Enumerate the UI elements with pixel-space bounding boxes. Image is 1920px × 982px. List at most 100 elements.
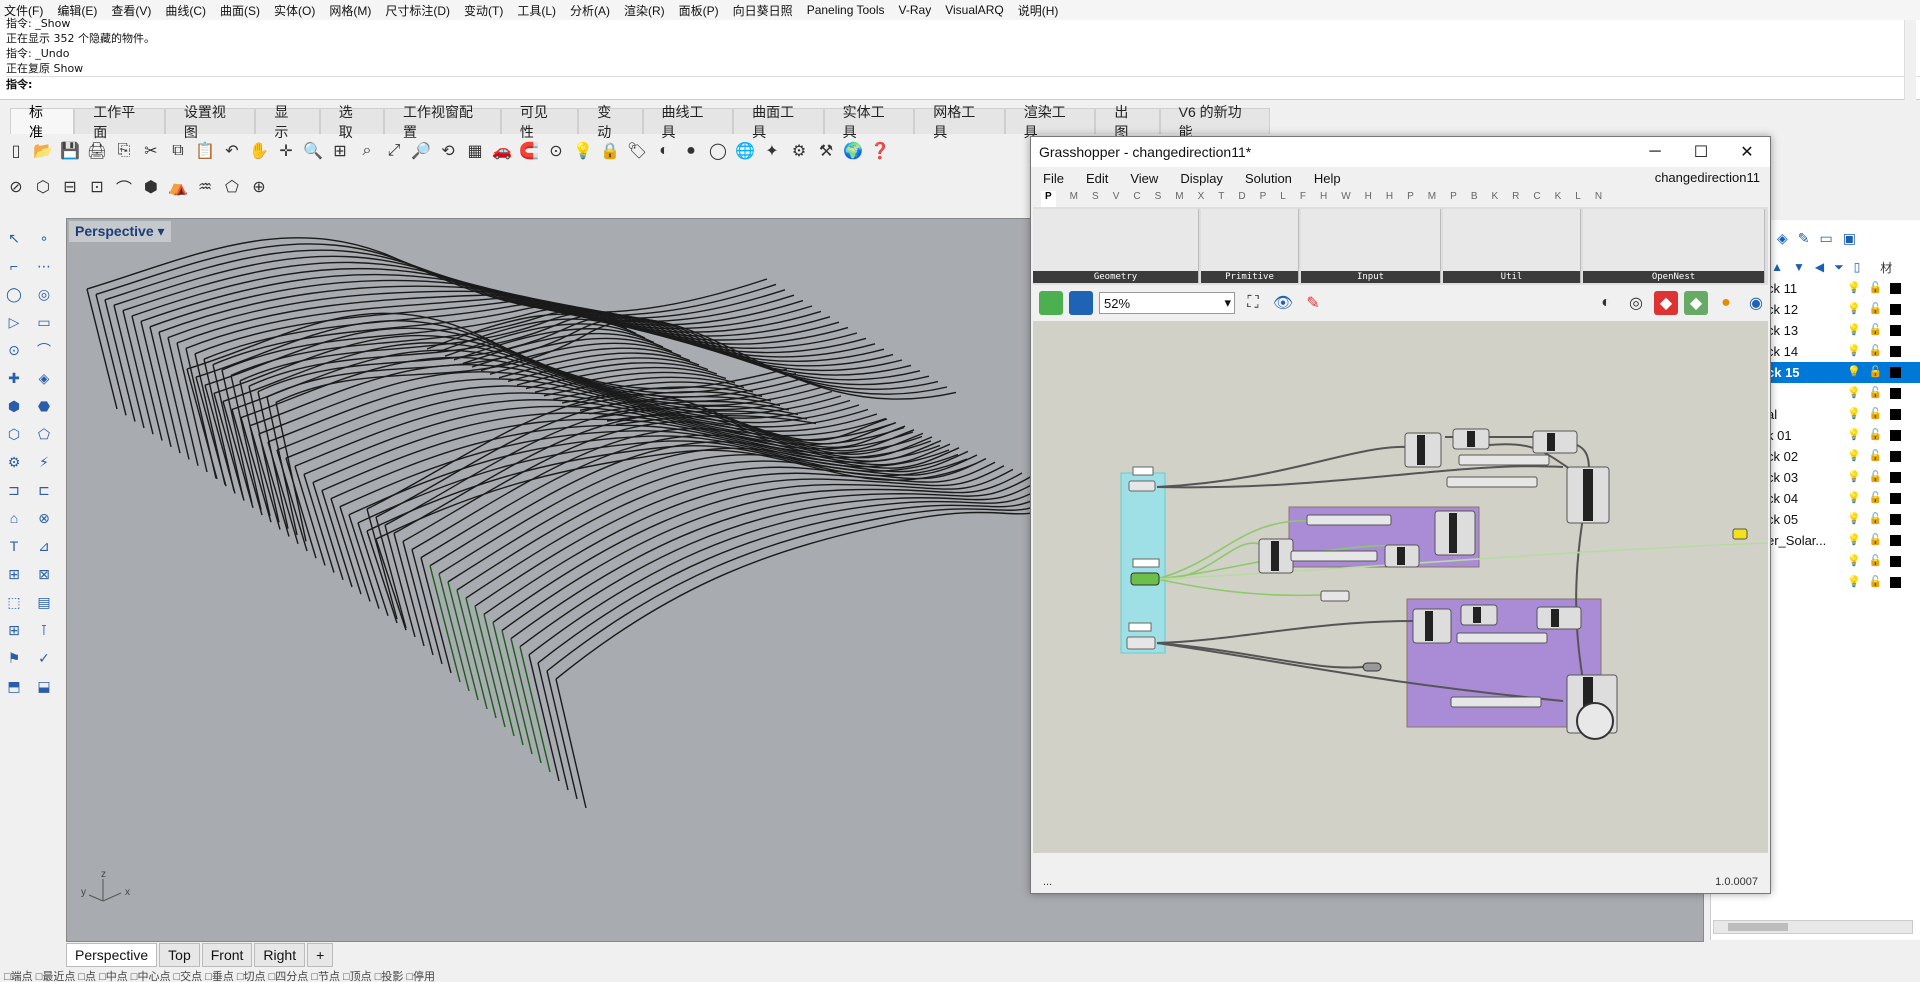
toolbar-tab[interactable]: 曲线工具 bbox=[642, 104, 734, 140]
lock-icon[interactable]: 🔓 bbox=[1869, 407, 1883, 420]
lightbulb-icon[interactable]: 💡 bbox=[1847, 470, 1861, 483]
gh-menu-display[interactable]: Display bbox=[1180, 171, 1223, 186]
gh-tab[interactable]: B bbox=[1471, 191, 1478, 207]
tool-icon[interactable]: ⬚ bbox=[2, 590, 26, 614]
lock-icon[interactable]: 🔓 bbox=[1869, 365, 1883, 378]
material-icon[interactable]: ● bbox=[1714, 291, 1738, 315]
lightbulb-icon[interactable]: 💡 bbox=[1847, 449, 1861, 462]
tool-icon[interactable]: ⊟ bbox=[58, 175, 82, 199]
tool-icon[interactable]: ⛺ bbox=[166, 175, 190, 199]
tab-right[interactable]: Right bbox=[254, 943, 306, 967]
gh-tab[interactable]: V bbox=[1113, 191, 1120, 207]
gh-tab[interactable]: N bbox=[1595, 191, 1602, 207]
tool-icon[interactable]: 🚗 bbox=[490, 139, 514, 163]
gh-menu-help[interactable]: Help bbox=[1314, 171, 1341, 186]
lightbulb-icon[interactable]: 💡 bbox=[1847, 365, 1861, 378]
tool-icon[interactable]: ⚙ bbox=[787, 139, 811, 163]
gh-tab[interactable]: H bbox=[1365, 191, 1372, 207]
layer-color-swatch[interactable] bbox=[1890, 451, 1902, 462]
tool-icon[interactable]: ⬡ bbox=[31, 175, 55, 199]
lock-icon[interactable]: 🔓 bbox=[1869, 491, 1883, 504]
gh-tab[interactable]: P bbox=[1407, 191, 1414, 207]
tool-icon[interactable]: ⊕ bbox=[247, 175, 271, 199]
tool-icon[interactable]: ✦ bbox=[760, 139, 784, 163]
move-down-icon[interactable]: ▼ bbox=[1793, 260, 1805, 274]
tab-perspective[interactable]: Perspective bbox=[66, 943, 158, 967]
gh-tab[interactable]: M bbox=[1428, 191, 1436, 207]
gh-tab[interactable]: P bbox=[1450, 191, 1457, 207]
gh-tab[interactable]: K bbox=[1555, 191, 1562, 207]
page-icon[interactable]: ▯ bbox=[1854, 260, 1861, 274]
toolbar-tab[interactable]: 渲染工具 bbox=[1004, 104, 1096, 140]
layer-color-swatch[interactable] bbox=[1890, 514, 1902, 525]
lightbulb-icon[interactable]: 💡 bbox=[1847, 302, 1861, 315]
layer-color-swatch[interactable] bbox=[1890, 556, 1902, 567]
tool-icon[interactable]: ▦ bbox=[463, 139, 487, 163]
tool-icon[interactable]: ⚑ bbox=[2, 646, 26, 670]
tool-icon[interactable]: ▯ bbox=[4, 139, 28, 163]
tool-icon[interactable]: ⊺ bbox=[32, 618, 56, 642]
gh-menu-view[interactable]: View bbox=[1130, 171, 1158, 186]
tool-icon[interactable]: 💡 bbox=[571, 139, 595, 163]
gh-tab[interactable]: F bbox=[1300, 191, 1306, 207]
gh-tab[interactable]: K bbox=[1491, 191, 1498, 207]
tool-icon[interactable]: ⌒ bbox=[112, 175, 136, 199]
gh-tab[interactable]: X bbox=[1198, 191, 1205, 207]
gh-tab[interactable]: H bbox=[1386, 191, 1393, 207]
menu-item[interactable]: V-Ray bbox=[899, 3, 932, 17]
tool-icon[interactable]: ✓ bbox=[32, 646, 56, 670]
tool-icon[interactable]: ↖ bbox=[2, 226, 26, 250]
tool-icon[interactable]: ⌕ bbox=[355, 139, 379, 163]
tool-icon[interactable]: ◯ bbox=[706, 139, 730, 163]
tool-icon[interactable]: ⊙ bbox=[544, 139, 568, 163]
display-icon[interactable]: ▣ bbox=[1843, 230, 1856, 247]
tool-icon[interactable]: ⊗ bbox=[32, 506, 56, 530]
lock-icon[interactable]: 🔓 bbox=[1869, 428, 1883, 441]
tool-icon[interactable]: ⊐ bbox=[2, 478, 26, 502]
lock-icon[interactable]: 🔓 bbox=[1869, 281, 1883, 294]
tool-icon[interactable]: 🌍 bbox=[841, 139, 865, 163]
shaded-preview-icon[interactable]: ◆ bbox=[1654, 291, 1678, 315]
tool-icon[interactable]: ⊘ bbox=[4, 175, 28, 199]
lightbulb-icon[interactable]: 💡 bbox=[1847, 386, 1861, 399]
tool-icon[interactable]: ✛ bbox=[274, 139, 298, 163]
toolbar-tab[interactable]: 网格工具 bbox=[914, 104, 1005, 140]
tool-icon[interactable]: ⊏ bbox=[32, 478, 56, 502]
osnap-bar[interactable]: □端点 □最近点 □点 □中点 □中心点 □交点 □垂点 □切点 □四分点 □节… bbox=[0, 968, 1920, 982]
layer-color-swatch[interactable] bbox=[1890, 493, 1902, 504]
tool-icon[interactable]: ⬓ bbox=[32, 674, 56, 698]
tool-icon[interactable]: 📋 bbox=[193, 139, 217, 163]
lock-icon[interactable]: 🔓 bbox=[1869, 449, 1883, 462]
tool-icon[interactable]: 🧲 bbox=[517, 139, 541, 163]
tool-icon[interactable]: 🔍 bbox=[301, 139, 325, 163]
tool-icon[interactable]: 💾 bbox=[58, 139, 82, 163]
toolbar-tab[interactable]: 显示 bbox=[255, 104, 320, 140]
tool-icon[interactable]: ⊠ bbox=[32, 562, 56, 586]
filter-icon[interactable]: ⏷ bbox=[1834, 260, 1844, 275]
toolbar-tab[interactable]: 实体工具 bbox=[823, 104, 915, 140]
tool-icon[interactable]: ◎ bbox=[32, 282, 56, 306]
lightbulb-icon[interactable]: 💡 bbox=[1847, 491, 1861, 504]
lock-icon[interactable]: 🔓 bbox=[1869, 575, 1883, 588]
layer-color-swatch[interactable] bbox=[1890, 346, 1902, 357]
lightbulb-icon[interactable]: 💡 bbox=[1847, 323, 1861, 336]
move-up-icon[interactable]: ▲ bbox=[1771, 260, 1783, 274]
tab-front[interactable]: Front bbox=[201, 943, 253, 967]
lock-icon[interactable]: 🔓 bbox=[1869, 344, 1883, 357]
tool-icon[interactable]: ⬒ bbox=[2, 674, 26, 698]
gh-tab[interactable]: W bbox=[1341, 191, 1350, 207]
tool-icon[interactable]: ✂ bbox=[139, 139, 163, 163]
lightbulb-icon[interactable]: 💡 bbox=[1847, 407, 1861, 420]
maximize-icon[interactable]: ☐ bbox=[1678, 137, 1724, 167]
lightbulb-icon[interactable]: 💡 bbox=[1847, 533, 1861, 546]
layer-color-swatch[interactable] bbox=[1890, 535, 1902, 546]
toolbar-tab[interactable]: 工作平面 bbox=[74, 104, 165, 140]
toolbar-tab[interactable]: 选取 bbox=[319, 104, 384, 140]
lock-icon[interactable]: 🔓 bbox=[1869, 512, 1883, 525]
tool-icon[interactable]: ⋯ bbox=[32, 254, 56, 278]
toolbar-tab[interactable]: 可见性 bbox=[500, 104, 579, 140]
tool-icon[interactable]: ⊙ bbox=[2, 338, 26, 362]
close-icon[interactable]: ✕ bbox=[1724, 137, 1770, 167]
lightbulb-icon[interactable]: 💡 bbox=[1847, 575, 1861, 588]
tool-icon[interactable]: ⬢ bbox=[139, 175, 163, 199]
